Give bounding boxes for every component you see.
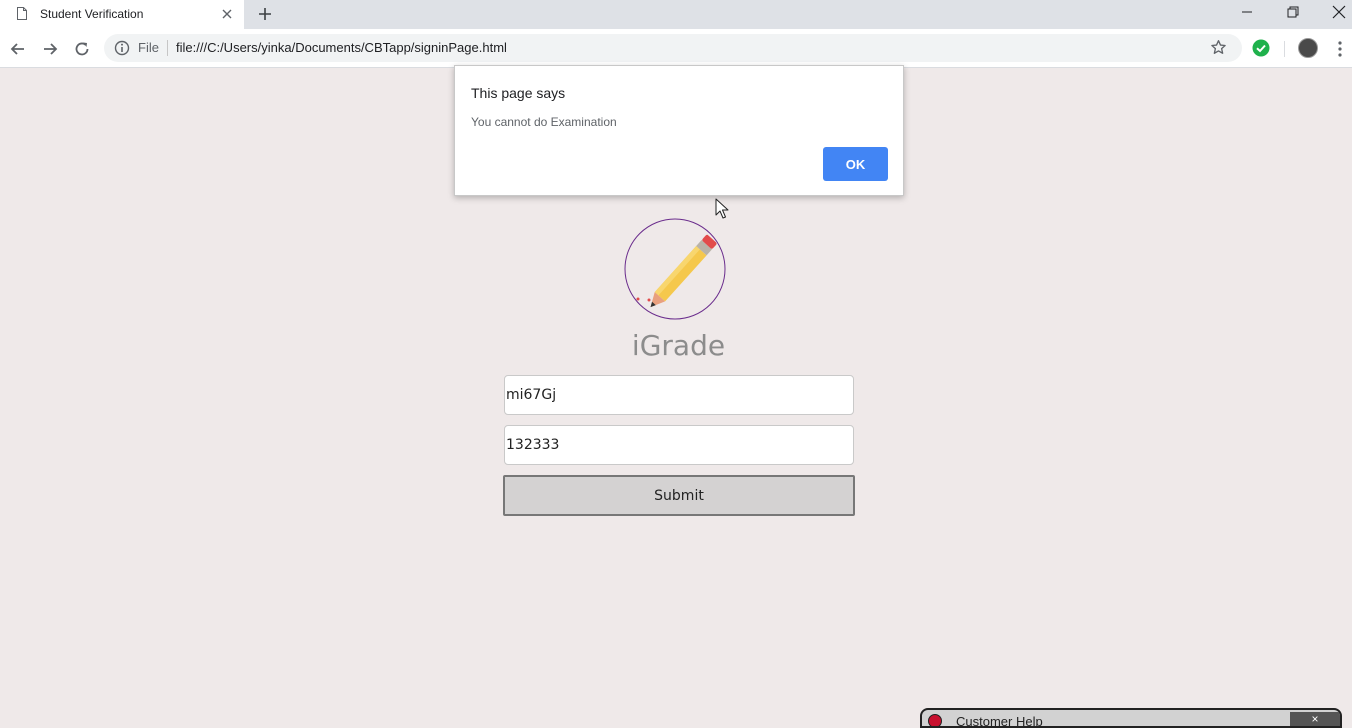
- close-tab-icon[interactable]: [220, 7, 234, 21]
- username-input[interactable]: [504, 375, 854, 415]
- dialog-title: This page says: [471, 85, 566, 101]
- bookmark-star-icon[interactable]: [1210, 39, 1227, 56]
- submit-button[interactable]: Submit: [503, 475, 855, 516]
- mouse-cursor-icon: [715, 198, 729, 219]
- extension-check-icon[interactable]: [1252, 39, 1270, 57]
- ok-button[interactable]: OK: [823, 147, 888, 181]
- document-icon: [17, 7, 27, 20]
- tab-title: Student Verification: [40, 7, 144, 21]
- file-chip: File: [138, 40, 159, 55]
- url-text[interactable]: file:///C:/Users/yinka/Documents/CBTapp/…: [176, 40, 507, 55]
- dialog-message: You cannot do Examination: [471, 115, 617, 129]
- profile-avatar[interactable]: [1298, 38, 1318, 58]
- pencil-logo-icon: [624, 218, 726, 320]
- toolbar-separator: [1284, 41, 1285, 57]
- chip-separator: [167, 40, 168, 56]
- browser-toolbar: File file:///C:/Users/yinka/Documents/CB…: [0, 29, 1352, 68]
- forward-icon[interactable]: [41, 40, 59, 58]
- info-icon[interactable]: [114, 40, 130, 56]
- popup-title: Customer Help: [956, 714, 1043, 728]
- minimize-icon[interactable]: [1239, 4, 1255, 20]
- password-input[interactable]: [504, 425, 854, 465]
- close-window-icon[interactable]: [1331, 4, 1347, 20]
- record-icon: [928, 714, 942, 726]
- popup-close-button[interactable]: ×: [1290, 712, 1340, 726]
- new-tab-icon[interactable]: [257, 6, 273, 22]
- brand-title: iGrade: [631, 329, 726, 362]
- more-menu-icon[interactable]: [1336, 40, 1344, 58]
- reload-icon[interactable]: [73, 40, 91, 58]
- address-bar[interactable]: File file:///C:/Users/yinka/Documents/CB…: [104, 34, 1242, 62]
- tab-student-verification[interactable]: Student Verification: [0, 0, 244, 29]
- help-popup[interactable]: Customer Help ×: [920, 708, 1342, 728]
- tab-strip: Student Verification: [0, 0, 1352, 29]
- back-icon[interactable]: [9, 40, 27, 58]
- alert-dialog: This page says You cannot do Examination…: [454, 65, 904, 196]
- restore-icon[interactable]: [1285, 4, 1301, 20]
